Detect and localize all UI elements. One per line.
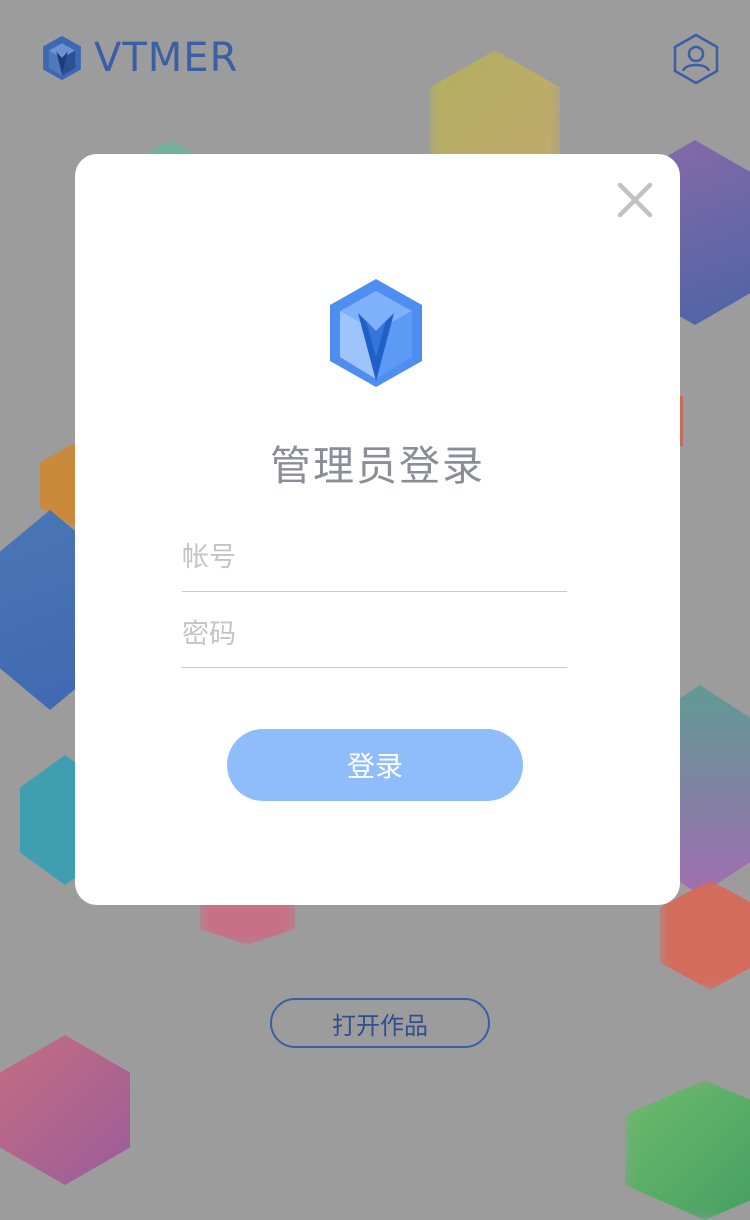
brand-logo[interactable]: VTMER: [42, 35, 238, 81]
user-profile-button[interactable]: [673, 33, 719, 85]
password-input[interactable]: [182, 612, 567, 668]
background-hexagon: [0, 1035, 130, 1185]
cube-logo-icon: [330, 279, 422, 387]
brand-name: VTMER: [94, 35, 239, 81]
close-icon: [617, 182, 653, 218]
close-button[interactable]: [615, 180, 655, 220]
login-button[interactable]: 登录: [227, 729, 523, 801]
admin-login-dialog: 管理员登录 登录: [75, 154, 680, 905]
dialog-title: 管理员登录: [270, 442, 485, 490]
user-profile-icon: [673, 33, 719, 85]
cube-logo-icon: [43, 35, 81, 81]
background-hexagon: [625, 1080, 750, 1220]
account-input[interactable]: [182, 534, 567, 592]
open-work-button[interactable]: 打开作品: [270, 998, 490, 1048]
